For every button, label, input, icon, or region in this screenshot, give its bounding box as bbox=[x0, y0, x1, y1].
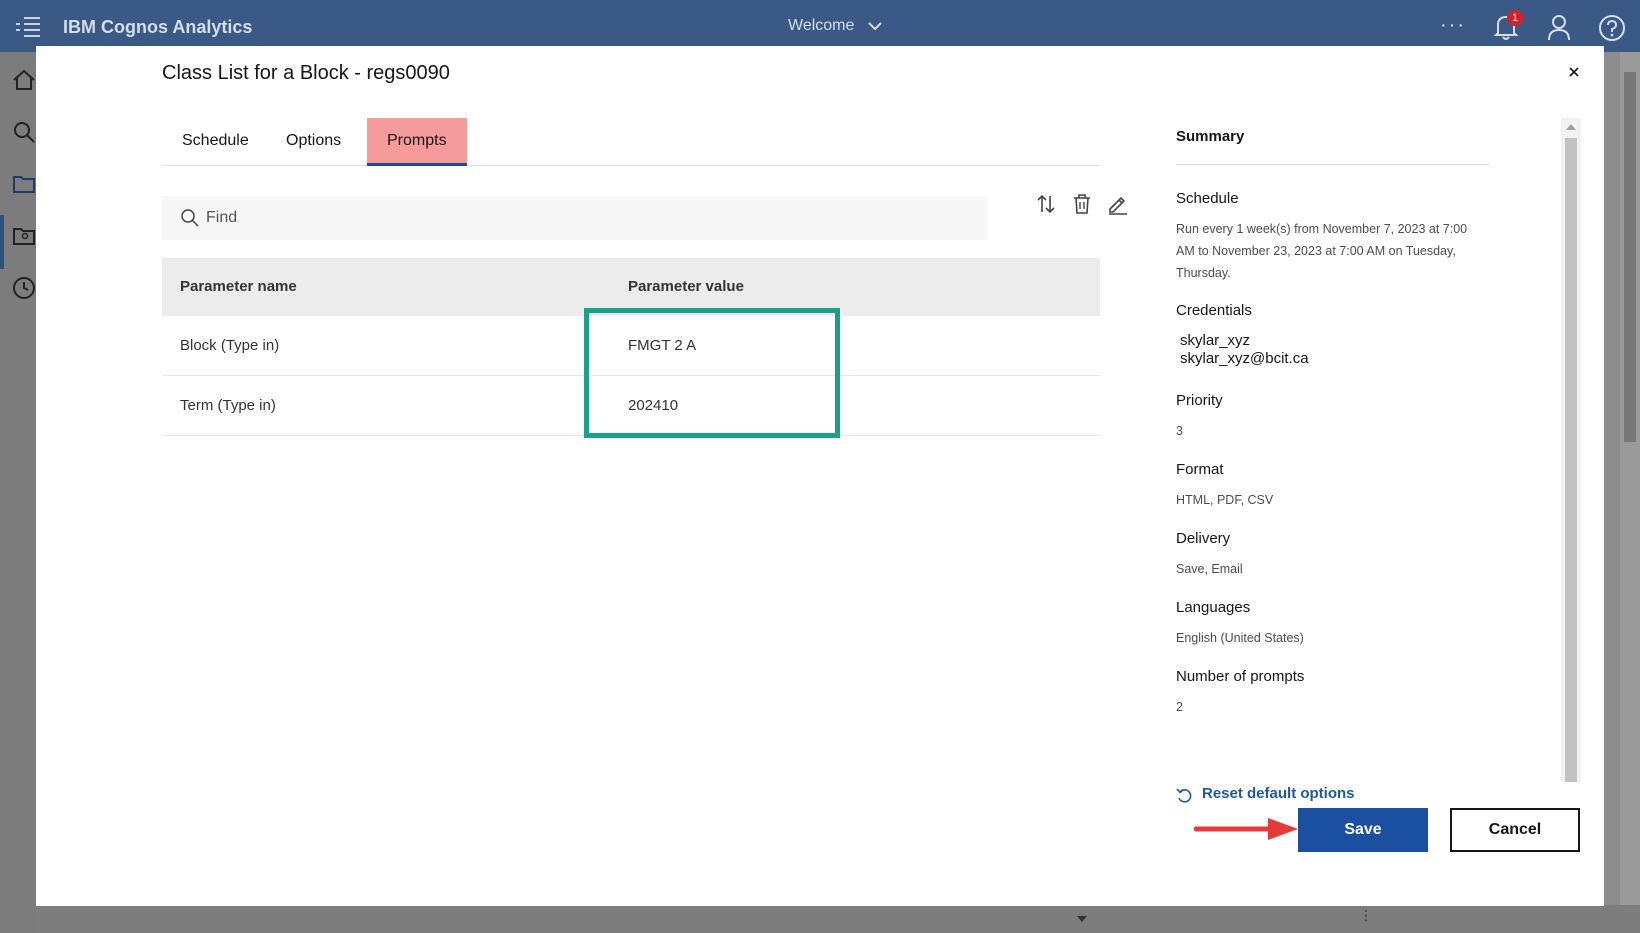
close-icon[interactable] bbox=[1564, 62, 1584, 82]
reset-default-options-label: Reset default options bbox=[1202, 785, 1355, 802]
rail-selection-indicator bbox=[0, 215, 4, 269]
summary-scrollbar-thumb[interactable] bbox=[1565, 138, 1577, 782]
notification-badge: 1 bbox=[1507, 10, 1523, 26]
summary-languages-label: Languages bbox=[1176, 599, 1251, 616]
summary-delivery-value: Save, Email bbox=[1176, 562, 1243, 576]
summary-credentials-label: Credentials bbox=[1176, 302, 1252, 319]
summary-prompts-label: Number of prompts bbox=[1176, 668, 1305, 685]
summary-priority-value: 3 bbox=[1176, 424, 1183, 438]
summary-heading: Summary bbox=[1176, 128, 1245, 145]
summary-languages-value: English (United States) bbox=[1176, 631, 1304, 645]
summary-format-label: Format bbox=[1176, 461, 1224, 478]
dialog-title: Class List for a Block - regs0090 bbox=[162, 62, 450, 84]
page-scrollbar-thumb[interactable] bbox=[1624, 72, 1636, 442]
annotation-arrow-icon bbox=[1194, 818, 1298, 840]
find-input[interactable] bbox=[206, 196, 966, 240]
summary-schedule-label: Schedule bbox=[1176, 190, 1239, 207]
annotation-highlight-box bbox=[584, 308, 840, 438]
summary-prompts-value: 2 bbox=[1176, 700, 1183, 714]
menu-icon[interactable] bbox=[16, 15, 40, 37]
schedule-dialog: Class List for a Block - regs0090 Schedu… bbox=[36, 46, 1604, 906]
user-icon[interactable] bbox=[1546, 13, 1572, 41]
divider bbox=[1176, 164, 1490, 165]
left-nav-rail bbox=[0, 52, 36, 933]
summary-priority-label: Priority bbox=[1176, 392, 1223, 409]
summary-delivery-label: Delivery bbox=[1176, 530, 1231, 547]
summary-credentials-user: skylar_xyz bbox=[1180, 332, 1251, 349]
find-search-box bbox=[162, 196, 988, 240]
page-scrollbar[interactable] bbox=[1620, 52, 1640, 905]
search-icon bbox=[181, 209, 199, 227]
parameter-name-cell: Term (Type in) bbox=[180, 397, 276, 414]
more-options-icon[interactable]: ··· bbox=[1440, 14, 1466, 37]
welcome-menu[interactable]: Welcome bbox=[788, 17, 854, 35]
column-header-parameter-name[interactable]: Parameter name bbox=[180, 258, 297, 316]
home-icon[interactable] bbox=[12, 68, 36, 92]
background-footer: ⋮ bbox=[36, 905, 1640, 933]
summary-credentials-email: skylar_xyz@bcit.ca bbox=[1180, 350, 1309, 367]
summary-schedule-value: Run every 1 week(s) from November 7, 202… bbox=[1176, 222, 1468, 280]
reset-icon bbox=[1176, 788, 1192, 803]
trash-icon[interactable] bbox=[1070, 192, 1094, 216]
tab-schedule[interactable]: Schedule bbox=[162, 118, 269, 166]
app-title: IBM Cognos Analytics bbox=[63, 17, 253, 37]
chevron-down-icon[interactable] bbox=[867, 19, 883, 33]
scroll-up-arrow-icon[interactable] bbox=[1566, 124, 1576, 130]
sort-icon[interactable] bbox=[1034, 192, 1058, 216]
tab-options[interactable]: Options bbox=[266, 118, 361, 166]
save-button[interactable]: Save bbox=[1298, 808, 1428, 852]
top-bar: IBM Cognos Analytics Welcome ··· 1 bbox=[0, 0, 1640, 52]
summary-scrollbar[interactable] bbox=[1561, 118, 1581, 782]
recent-clock-icon[interactable] bbox=[12, 276, 36, 300]
help-icon[interactable] bbox=[1598, 14, 1626, 42]
chevron-down-icon[interactable] bbox=[1076, 913, 1088, 925]
search-icon[interactable] bbox=[12, 120, 36, 144]
parameter-name-cell: Block (Type in) bbox=[180, 337, 280, 354]
team-content-icon[interactable] bbox=[12, 224, 36, 248]
folder-icon[interactable] bbox=[12, 172, 36, 196]
cancel-button[interactable]: Cancel bbox=[1450, 808, 1580, 852]
tab-prompts[interactable]: Prompts bbox=[367, 118, 467, 166]
dialog-tabs: Schedule Options Prompts bbox=[162, 118, 1100, 166]
more-vertical-icon[interactable]: ⋮ bbox=[1359, 907, 1373, 924]
edit-pencil-icon[interactable] bbox=[1106, 192, 1130, 216]
summary-format-value: HTML, PDF, CSV bbox=[1176, 493, 1274, 507]
